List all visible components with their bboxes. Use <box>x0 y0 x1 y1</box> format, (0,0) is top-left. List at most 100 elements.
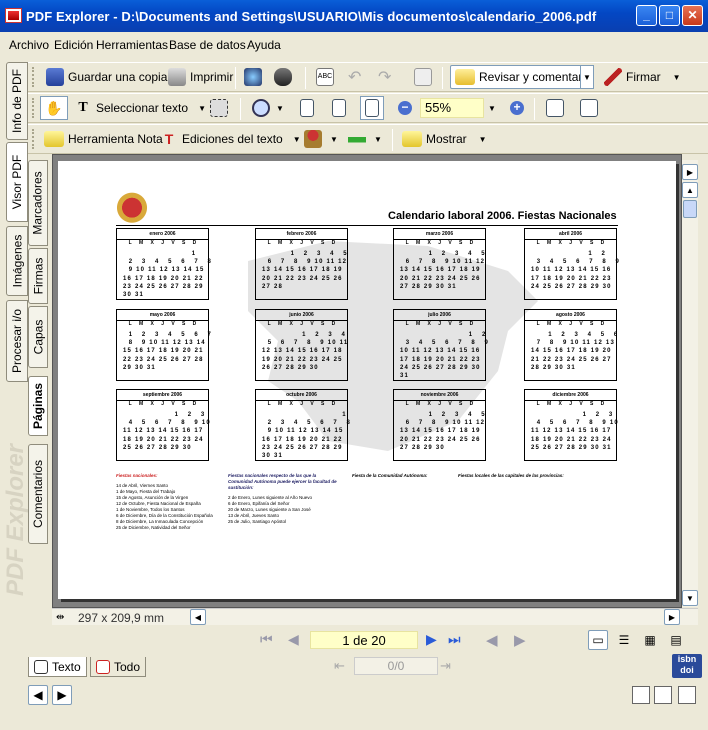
tab-comentarios[interactable]: Comentarios <box>28 444 48 544</box>
week-row: 22 23 24 25 26 27 28 <box>123 356 204 363</box>
weekday-label: D <box>600 240 605 246</box>
sub-page-field[interactable]: 0/0 <box>354 657 438 675</box>
redo-button[interactable]: ↷ <box>374 65 395 89</box>
tab-info-pdf[interactable]: Info de PDF <box>6 62 28 140</box>
single-page-view-button[interactable]: ▭ <box>588 630 608 650</box>
legend-national-items: 14 de Abril, Viernes Santo 1 de Mayo, Fie… <box>116 483 216 531</box>
tab-capas[interactable]: Capas <box>28 306 48 368</box>
previous-page-button[interactable]: ◀ <box>288 631 299 648</box>
document-title: Calendario laboral 2006. Fiestas Naciona… <box>388 210 617 222</box>
save-copy-button[interactable]: Guardar una copia <box>42 65 171 89</box>
window-title: PDF Explorer - D:\Documents and Settings… <box>26 9 597 24</box>
rotate-left-button[interactable] <box>542 96 568 120</box>
print-button[interactable]: Imprimir <box>164 65 237 89</box>
page-number-field[interactable]: 1 de 20 <box>310 631 418 649</box>
tab-texto[interactable]: Texto <box>28 657 87 677</box>
tab-imagenes[interactable]: Imágenes <box>6 226 28 296</box>
undo-button[interactable]: ↶ <box>344 65 365 89</box>
sub-prev-button[interactable]: ⇤ <box>334 658 345 674</box>
show-button[interactable]: Mostrar ▼ <box>398 127 491 151</box>
tab-todo[interactable]: Todo <box>90 657 147 677</box>
list-view-icon[interactable] <box>654 686 672 704</box>
first-page-button[interactable]: ⏮ <box>260 631 273 648</box>
scroll-right-arrow-icon[interactable]: ▶ <box>664 609 680 625</box>
forward-button[interactable]: ▶ <box>52 685 72 705</box>
tab-procesar[interactable]: Procesar i/o <box>6 300 28 382</box>
continuous-view-button[interactable]: ☰ <box>614 630 634 650</box>
actual-size-button[interactable] <box>296 96 318 120</box>
back-button[interactable]: ◀ <box>28 685 48 705</box>
review-dropdown-button[interactable]: ▼ <box>580 65 594 89</box>
zoom-in-button[interactable]: + <box>506 96 528 120</box>
hand-tool-button[interactable]: ✋ <box>40 96 68 120</box>
tab-paginas[interactable]: Páginas <box>28 376 48 436</box>
close-button[interactable]: ✕ <box>682 5 703 26</box>
menu-edicion[interactable]: Edición <box>54 38 93 52</box>
splitter-icon[interactable]: ⇹ <box>56 612 64 623</box>
week-row: 1 2 3 4 5 <box>400 412 486 418</box>
fit-page-button[interactable] <box>328 96 350 120</box>
menu-ayuda[interactable]: Ayuda <box>247 38 281 52</box>
zoom-out-button[interactable]: − <box>394 96 416 120</box>
month-name: marzo 2006 <box>394 229 485 240</box>
maximize-button[interactable]: □ <box>659 5 680 26</box>
edit-metadata-icon[interactable] <box>678 686 696 704</box>
forward-view-button[interactable]: ▶ <box>514 631 526 649</box>
text-edits-button[interactable]: T Ediciones del texto ▼ <box>156 127 305 151</box>
tab-marcadores[interactable]: Marcadores <box>28 160 48 246</box>
back-view-button[interactable]: ◀ <box>486 631 498 649</box>
email-button[interactable] <box>240 65 266 89</box>
properties-icon[interactable] <box>632 686 650 704</box>
vertical-scrollbar[interactable]: ▶ ▲ ▼ <box>682 160 698 607</box>
zoom-tool-button[interactable]: ▼ <box>248 96 288 120</box>
highlight-button[interactable]: ▼ <box>344 127 386 151</box>
weekday-label: L <box>405 240 409 246</box>
week-row: 12 13 14 15 16 17 18 <box>262 348 343 355</box>
weekday-label: L <box>267 401 271 407</box>
minimize-button[interactable]: _ <box>636 5 657 26</box>
rotate-right-button[interactable] <box>576 96 602 120</box>
scroll-left-arrow-icon[interactable]: ◀ <box>190 609 206 625</box>
week-row: 1 2 3 4 <box>262 332 347 338</box>
week-row: 11 12 13 14 15 16 17 <box>123 428 204 435</box>
review-comment-button[interactable]: Revisar y comentar <box>450 65 588 89</box>
facing-view-button[interactable]: ▦ <box>640 630 660 650</box>
weekday-label: J <box>161 321 164 327</box>
floppy-disk-icon <box>46 68 64 86</box>
sub-next-button[interactable]: ⇥ <box>440 658 451 674</box>
menu-herramientas[interactable]: Herramientas <box>96 38 168 52</box>
weekday-label: X <box>558 240 562 246</box>
vertical-scroll-thumb[interactable] <box>683 200 697 218</box>
month-days: 1 2 3 4 5 6 7 8 9 10 11 12 13 14 15 16 17… <box>394 409 485 452</box>
scroll-down-arrow-icon[interactable]: ▼ <box>682 590 698 606</box>
binoculars-icon <box>274 68 292 86</box>
zoom-dropdown-button[interactable]: ▼ <box>484 96 500 120</box>
search-button[interactable] <box>270 65 296 89</box>
document-viewport[interactable]: Calendario laboral 2006. Fiestas Naciona… <box>52 154 682 608</box>
tab-firmas[interactable]: Firmas <box>28 248 48 304</box>
chevron-down-icon: ▼ <box>374 134 382 144</box>
menu-archivo[interactable]: Archivo <box>9 38 49 52</box>
continuous-facing-view-button[interactable]: ▤ <box>666 630 686 650</box>
horizontal-scrollbar[interactable]: ⇹ 297 x 209,9 mm ◀ ▶ <box>52 608 698 625</box>
last-page-button[interactable]: ⏭ <box>448 631 461 648</box>
scroll-right-arrow-icon[interactable]: ▶ <box>682 164 698 180</box>
snapshot-button[interactable] <box>206 96 232 120</box>
note-tool-button[interactable]: Herramienta Nota <box>40 127 167 151</box>
isbn-doi-badge[interactable]: isbn doi <box>672 654 702 678</box>
zoom-input[interactable]: 55% <box>420 98 484 118</box>
weekday-label: S <box>182 240 186 246</box>
select-text-button[interactable]: T Seleccionar texto ▼ <box>70 96 210 120</box>
stamp-button[interactable]: ▼ <box>300 127 342 151</box>
next-page-button[interactable]: ▶ <box>426 631 437 648</box>
week-row: 6 7 8 9 10 11 12 <box>400 420 486 427</box>
sign-button[interactable]: Firmar ▼ <box>600 65 685 89</box>
tab-visor-pdf[interactable]: Visor PDF <box>6 142 28 222</box>
week-row: 18 19 20 21 22 23 24 <box>123 436 204 443</box>
scroll-up-arrow-icon[interactable]: ▲ <box>682 182 698 198</box>
fit-width-button[interactable] <box>360 96 384 120</box>
copy-button[interactable] <box>410 65 436 89</box>
menu-base-de-datos[interactable]: Base de datos <box>169 38 246 52</box>
spellcheck-button[interactable]: ABC <box>312 65 338 89</box>
week-row: 1 2 3 4 5 <box>400 251 486 257</box>
